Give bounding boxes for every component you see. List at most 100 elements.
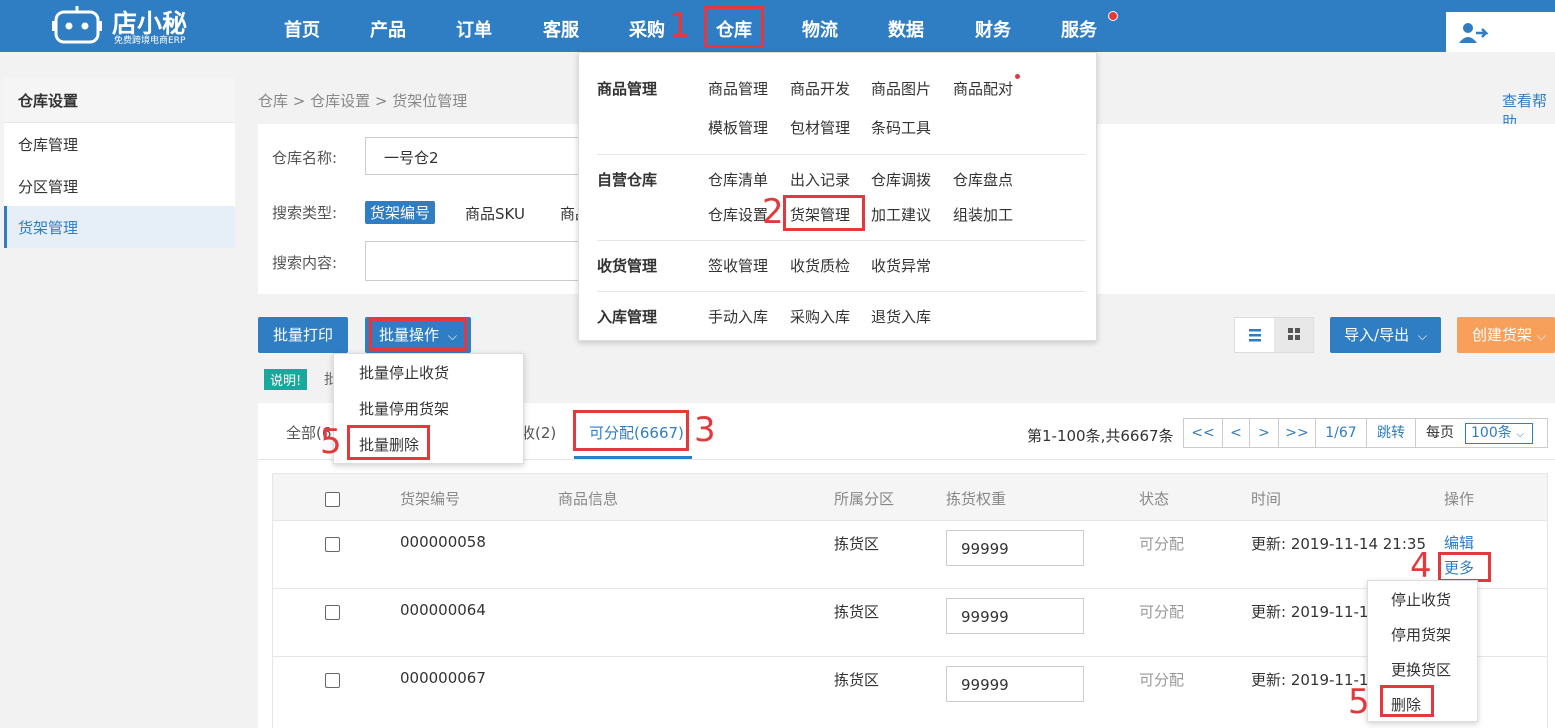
- shelf-code: 000000067: [400, 669, 486, 687]
- tab-received[interactable]: 收(2): [520, 422, 556, 443]
- sidebar-item-shelf[interactable]: 货架管理: [4, 206, 235, 248]
- menu-link-warehouse-settings[interactable]: 仓库设置: [708, 204, 768, 225]
- annotation-step-2: 2: [762, 192, 784, 232]
- page-jump-button[interactable]: 跳转: [1366, 418, 1416, 448]
- sidebar-item-zone[interactable]: 分区管理: [18, 176, 78, 197]
- sidebar-item-warehouse[interactable]: 仓库管理: [18, 134, 78, 155]
- menu-link-warehouse-transfer[interactable]: 仓库调拨: [871, 169, 931, 190]
- shelf-code: 000000064: [400, 601, 486, 619]
- user-icon: [1458, 22, 1490, 48]
- page-prev-button[interactable]: <: [1222, 418, 1250, 448]
- header-weight: 拣货权重: [946, 490, 1007, 508]
- per-page-value: 100条: [1471, 425, 1512, 441]
- menu-link-purchase-inbound[interactable]: 采购入库: [790, 306, 850, 327]
- table-row: [272, 589, 1548, 657]
- view-toggle: [1234, 317, 1314, 353]
- breadcrumb: 仓库 > 仓库设置 > 货架位管理: [258, 92, 468, 110]
- menu-link-product-pairing[interactable]: 商品配对: [953, 78, 1013, 99]
- nav-logistics[interactable]: 物流: [802, 16, 838, 42]
- update-time: 更新: 2019-11-14: [1251, 603, 1378, 621]
- row-checkbox[interactable]: [325, 605, 340, 620]
- import-export-button[interactable]: 导入/导出 ⌵: [1330, 317, 1441, 353]
- sidebar-title: 仓库设置: [18, 92, 79, 110]
- menu-link-product-images[interactable]: 商品图片: [871, 78, 931, 99]
- chevron-down-icon: ⌵: [1516, 429, 1524, 440]
- nav-orders[interactable]: 订单: [456, 16, 492, 42]
- sidebar-item-shelf-label: 货架管理: [18, 219, 79, 237]
- highlight-warehouse-nav: [704, 6, 764, 48]
- nav-products[interactable]: 产品: [370, 16, 406, 42]
- menu-link-template-management[interactable]: 模板管理: [708, 117, 768, 138]
- zone-name: 拣货区: [834, 671, 880, 689]
- notification-dot: [1108, 11, 1118, 21]
- create-shelf-label: 创建货架: [1472, 326, 1533, 344]
- page-indicator[interactable]: 1/67: [1315, 418, 1367, 448]
- highlight-delete: [1380, 685, 1434, 717]
- robot-logo-icon: [52, 6, 102, 44]
- warehouse-select[interactable]: 一号仓2: [365, 137, 595, 175]
- menu-link-packaging-management[interactable]: 包材管理: [790, 117, 850, 138]
- menu-link-processing-suggestions[interactable]: 加工建议: [871, 204, 931, 225]
- menu-item-batch-stop-receiving[interactable]: 批量停止收货: [359, 362, 449, 383]
- nav-home[interactable]: 首页: [284, 16, 320, 42]
- pick-weight-input[interactable]: 99999: [946, 598, 1084, 634]
- pick-weight-input[interactable]: 99999: [946, 530, 1084, 566]
- per-page-select[interactable]: 100条 ⌵: [1465, 423, 1533, 444]
- nav-purchase[interactable]: 采购: [629, 16, 665, 42]
- select-all-checkbox[interactable]: [325, 492, 340, 507]
- menu-link-manual-inbound[interactable]: 手动入库: [708, 306, 768, 327]
- menu-link-inout-records[interactable]: 出入记录: [790, 169, 850, 190]
- highlight-batch-ops: [369, 318, 467, 351]
- menu-item-stop-receiving[interactable]: 停止收货: [1391, 589, 1451, 610]
- menu-item-change-zone[interactable]: 更换货区: [1391, 659, 1451, 680]
- row-checkbox[interactable]: [325, 673, 340, 688]
- nav-customer-service[interactable]: 客服: [543, 16, 579, 42]
- menu-item-batch-disable-shelf[interactable]: 批量停用货架: [359, 398, 449, 419]
- header-zone: 所属分区: [834, 490, 895, 508]
- search-type-sku[interactable]: 商品SKU: [465, 203, 525, 224]
- search-content-label: 搜索内容:: [272, 254, 338, 272]
- search-type-shelf-code[interactable]: 货架编号: [365, 201, 436, 224]
- search-input[interactable]: [365, 241, 595, 281]
- menu-link-receiving-exceptions[interactable]: 收货异常: [871, 255, 931, 276]
- menu-divider: [597, 154, 1085, 155]
- pick-weight-input[interactable]: 99999: [946, 666, 1084, 702]
- menu-link-barcode-tool[interactable]: 条码工具: [871, 117, 931, 138]
- menu-link-receiving-qc[interactable]: 收货质检: [790, 255, 850, 276]
- nav-finance[interactable]: 财务: [975, 16, 1011, 42]
- left-sidebar: 仓库设置 仓库管理 分区管理 货架管理: [4, 78, 235, 248]
- menu-link-product-management[interactable]: 商品管理: [708, 78, 768, 99]
- menu-item-disable-shelf[interactable]: 停用货架: [1391, 624, 1451, 645]
- update-time: 更新: 2019-11-14 21:35: [1251, 535, 1426, 553]
- search-type-label: 搜索类型:: [272, 204, 338, 222]
- section-inbound: 入库管理: [597, 308, 658, 326]
- nav-data[interactable]: 数据: [888, 16, 924, 42]
- logo-tagline: 免费跨境电商ERP: [114, 36, 186, 46]
- menu-link-sign-management[interactable]: 签收管理: [708, 255, 768, 276]
- batch-print-button[interactable]: 批量打印: [258, 317, 348, 353]
- user-menu[interactable]: [1446, 12, 1555, 52]
- menu-divider: [597, 240, 1085, 241]
- table-row: [272, 521, 1548, 589]
- logo[interactable]: 店小秘 免费跨境电商ERP: [52, 2, 212, 48]
- menu-link-product-development[interactable]: 商品开发: [790, 78, 850, 99]
- import-export-label: 导入/导出: [1344, 326, 1410, 344]
- menu-link-return-inbound[interactable]: 退货入库: [871, 306, 931, 327]
- list-view-icon[interactable]: [1235, 318, 1274, 352]
- page-last-button[interactable]: >>: [1278, 418, 1316, 448]
- page-next-button[interactable]: >: [1249, 418, 1279, 448]
- menu-link-warehouse-list[interactable]: 仓库清单: [708, 169, 768, 190]
- menu-link-warehouse-stocktake[interactable]: 仓库盘点: [953, 169, 1013, 190]
- menu-link-assembly-processing[interactable]: 组装加工: [953, 204, 1013, 225]
- chevron-down-icon: ⌵: [1536, 329, 1546, 343]
- highlight-batch-delete: [347, 425, 430, 460]
- page-first-button[interactable]: <<: [1183, 418, 1223, 448]
- grid-view-icon[interactable]: [1275, 318, 1313, 352]
- row-checkbox[interactable]: [325, 537, 340, 552]
- status-text: 可分配: [1139, 671, 1185, 689]
- edit-link[interactable]: 编辑: [1444, 532, 1474, 553]
- table-header: [272, 473, 1548, 521]
- highlight-allocatable-tab: [573, 410, 689, 451]
- create-shelf-button[interactable]: 创建货架 ⌵: [1457, 317, 1555, 353]
- nav-services[interactable]: 服务: [1061, 16, 1097, 42]
